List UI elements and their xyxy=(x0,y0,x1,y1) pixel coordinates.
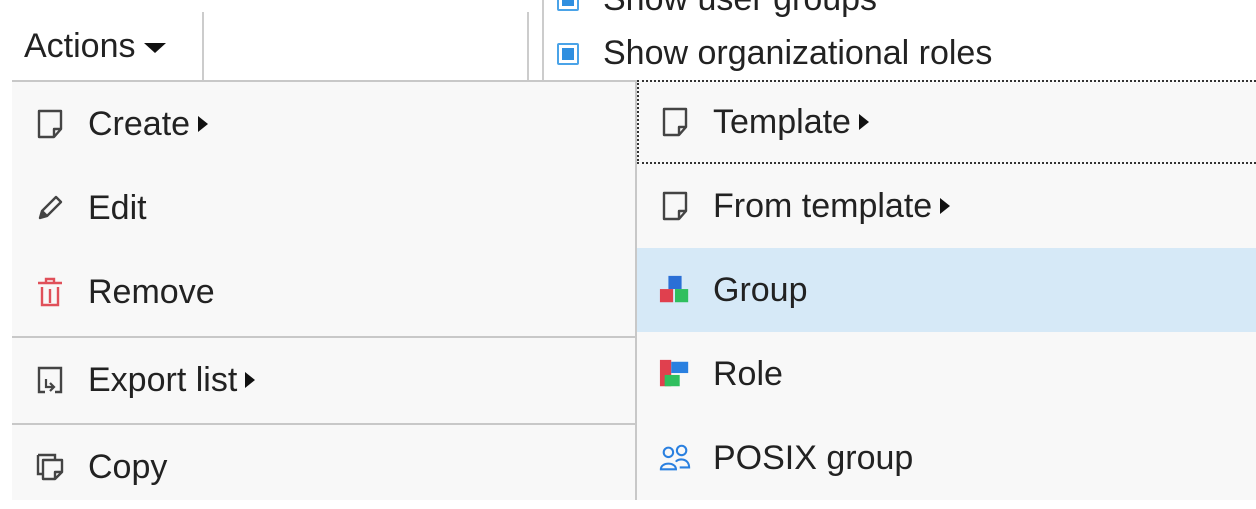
new-document-icon xyxy=(659,106,691,138)
submenu-item-template[interactable]: Template xyxy=(637,80,1256,164)
menu-item-label: Remove xyxy=(88,272,215,311)
pencil-icon xyxy=(34,192,66,224)
menu-item-label: Create xyxy=(88,104,191,143)
submenu-item-label: Role xyxy=(713,354,783,393)
menu-item-label: Edit xyxy=(88,188,147,227)
actions-menu-button[interactable]: Actions xyxy=(12,12,204,80)
show-user-groups-checkbox[interactable] xyxy=(557,0,579,11)
actions-menu: Create Edit Remove Export list Copy xyxy=(12,80,635,500)
menu-item-create[interactable]: Create xyxy=(12,82,635,166)
toolbar: Actions Show user groups Show organizati… xyxy=(0,0,1256,80)
menu-item-label: Export list xyxy=(88,360,238,399)
menu-item-remove[interactable]: Remove xyxy=(12,250,635,334)
role-blocks-icon xyxy=(659,358,691,390)
submenu-arrow-icon xyxy=(858,114,869,130)
submenu-item-label: From template xyxy=(713,186,933,225)
show-org-roles-label: Show organizational roles xyxy=(603,34,993,72)
submenu-item-role[interactable]: Role xyxy=(637,332,1256,416)
submenu-arrow-icon xyxy=(198,116,209,132)
show-org-roles-checkbox[interactable] xyxy=(557,42,579,65)
submenu-item-from-template[interactable]: From template xyxy=(637,164,1256,248)
show-user-groups-label: Show user groups xyxy=(603,0,877,19)
users-icon xyxy=(659,442,691,474)
submenu-item-group[interactable]: Group xyxy=(637,248,1256,332)
submenu-item-label: Template xyxy=(713,102,851,141)
create-submenu: Template From template Group Role POSIX … xyxy=(635,80,1256,500)
actions-label: Actions xyxy=(24,26,136,65)
show-org-roles-option[interactable]: Show organizational roles xyxy=(557,34,992,73)
export-icon xyxy=(34,364,66,396)
toolbar-divider xyxy=(527,12,529,80)
caret-down-icon xyxy=(143,43,166,53)
submenu-item-label: Group xyxy=(713,270,808,309)
new-document-icon xyxy=(34,108,66,140)
submenu-arrow-icon xyxy=(245,372,256,388)
menu-item-export-list[interactable]: Export list xyxy=(12,338,635,422)
copy-icon xyxy=(34,451,66,483)
menu-item-edit[interactable]: Edit xyxy=(12,166,635,250)
submenu-arrow-icon xyxy=(940,198,951,214)
submenu-item-label: POSIX group xyxy=(713,438,914,477)
new-document-icon xyxy=(659,190,691,222)
group-blocks-icon xyxy=(659,274,691,306)
trash-icon xyxy=(34,276,66,308)
menu-item-copy[interactable]: Copy xyxy=(12,425,635,509)
menu-item-label: Copy xyxy=(88,447,168,486)
submenu-item-posix-group[interactable]: POSIX group xyxy=(637,416,1256,500)
show-user-groups-option[interactable]: Show user groups xyxy=(557,0,877,19)
toolbar-divider xyxy=(542,0,544,80)
